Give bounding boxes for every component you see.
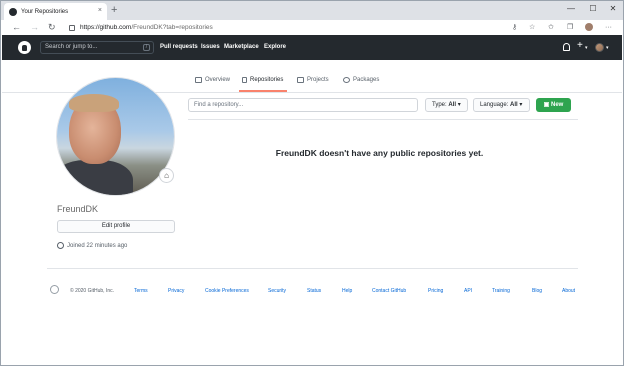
chevron-down-icon[interactable]: ▾ (585, 45, 588, 51)
minimize-button[interactable]: — (561, 2, 581, 16)
favorite-star-icon[interactable]: ☆ (529, 23, 535, 32)
profile-avatar-icon[interactable] (585, 23, 593, 31)
project-icon (297, 77, 304, 83)
github-header: Search or jump to... / Pull requests Iss… (2, 35, 622, 60)
find-repository-input[interactable]: Find a repository... (188, 98, 418, 112)
footer-link-about[interactable]: About (562, 288, 575, 294)
language-value: All (510, 102, 518, 108)
lock-icon (69, 24, 75, 31)
footer-link-contact-github[interactable]: Contact GitHub (372, 288, 406, 294)
repo-icon (242, 77, 247, 83)
edit-profile-button[interactable]: Edit profile (57, 220, 175, 233)
address-bar[interactable]: https://github.com/FreundDK?tab=reposito… (63, 22, 498, 33)
joined-text: Joined 22 minutes ago (67, 242, 128, 249)
book-icon (195, 77, 202, 83)
avatar-body (57, 160, 133, 195)
tab-overview[interactable]: Overview (195, 72, 230, 92)
tab-title: Your Repositories (21, 8, 69, 15)
search-placeholder: Search or jump to... (45, 44, 98, 50)
language-label: Language: (480, 102, 509, 108)
footer-link-pricing[interactable]: Pricing (428, 288, 443, 294)
refresh-icon[interactable]: ↻ (48, 21, 56, 34)
type-label: Type: (432, 102, 447, 108)
clock-icon (57, 242, 64, 249)
tab-label: Repositories (250, 77, 284, 83)
tab-repositories[interactable]: Repositories (239, 72, 288, 92)
back-arrow-icon[interactable]: ← (12, 21, 21, 34)
footer-link-blog[interactable]: Blog (532, 288, 542, 294)
chevron-down-icon: ▾ (519, 102, 523, 108)
browser-tab[interactable]: Your Repositories × (4, 3, 107, 20)
url-path: /FreundDK?tab=repositories (131, 24, 213, 31)
favorites-list-icon[interactable]: ✩ (548, 23, 554, 32)
browser-toolbar: ← → ↻ https://github.com/FreundDK?tab=re… (1, 20, 623, 35)
browser-window: Your Repositories × + — ☐ ✕ ← → ↻ https:… (0, 0, 624, 366)
collections-icon[interactable]: ❐ (567, 23, 573, 32)
tab-strip: Your Repositories × + — ☐ ✕ (1, 1, 623, 20)
profile-username: FreundDK (57, 204, 99, 214)
github-logo-icon[interactable] (18, 41, 31, 54)
window-close-button[interactable]: ✕ (603, 2, 623, 16)
empty-repos-message: FreundDK doesn't have any public reposit… (275, 148, 484, 158)
search-input[interactable]: Search or jump to... / (40, 41, 154, 54)
profile-avatar[interactable] (56, 77, 175, 196)
set-status-icon[interactable]: ⌂ (159, 168, 174, 183)
tab-label: Packages (353, 77, 380, 83)
package-icon (343, 77, 350, 83)
footer-link-training[interactable]: Training (492, 288, 510, 294)
avatar-hair (69, 94, 119, 112)
new-label: New (551, 102, 564, 108)
github-favicon-icon (9, 7, 17, 16)
footer-link-status[interactable]: Status (307, 288, 321, 294)
footer-link-help[interactable]: Help (342, 288, 352, 294)
type-filter-dropdown[interactable]: Type: All ▾ (425, 98, 468, 112)
new-tab-button[interactable]: + (111, 4, 117, 16)
new-repository-button[interactable]: ▣ New (536, 98, 571, 112)
nav-pull-requests[interactable]: Pull requests (160, 35, 198, 60)
more-menu-icon[interactable]: ··· (605, 23, 612, 32)
notification-bell-icon[interactable] (563, 43, 570, 51)
footer-link-security[interactable]: Security (268, 288, 286, 294)
footer-link-api[interactable]: API (464, 288, 472, 294)
tab-close-icon[interactable]: × (98, 7, 102, 14)
url-host: https://github.com (80, 24, 132, 31)
repo-list-divider (188, 119, 578, 120)
type-value: All (448, 102, 457, 108)
chevron-down-icon: ▾ (457, 102, 461, 108)
key-icon[interactable]: ⚷ (512, 23, 517, 32)
nav-explore[interactable]: Explore (264, 35, 286, 60)
user-menu-avatar[interactable] (595, 43, 604, 52)
copyright-text: © 2020 GitHub, Inc. (70, 288, 114, 294)
language-filter-dropdown[interactable]: Language: All ▾ (473, 98, 530, 112)
chevron-down-icon[interactable]: ▾ (606, 45, 609, 51)
tab-projects[interactable]: Projects (297, 72, 329, 92)
footer-link-cookie-preferences[interactable]: Cookie Preferences (205, 288, 249, 294)
create-new-plus-icon[interactable]: + (577, 40, 583, 52)
github-footer-logo-icon[interactable] (50, 285, 59, 294)
maximize-button[interactable]: ☐ (583, 2, 603, 16)
tab-packages[interactable]: Packages (343, 72, 379, 92)
nav-marketplace[interactable]: Marketplace (224, 35, 259, 60)
footer-link-terms[interactable]: Terms (134, 288, 148, 294)
footer-divider (47, 268, 578, 269)
profile-page: Overview Repositories Projects Packages … (2, 60, 622, 360)
slash-shortcut-icon: / (143, 44, 150, 51)
repo-icon: ▣ (543, 102, 551, 108)
tab-label: Overview (205, 77, 231, 83)
forward-arrow-icon[interactable]: → (30, 21, 39, 34)
joined-info: Joined 22 minutes ago (57, 242, 127, 249)
nav-issues[interactable]: Issues (201, 35, 220, 60)
footer-link-privacy[interactable]: Privacy (168, 288, 184, 294)
tab-label: Projects (307, 77, 329, 83)
